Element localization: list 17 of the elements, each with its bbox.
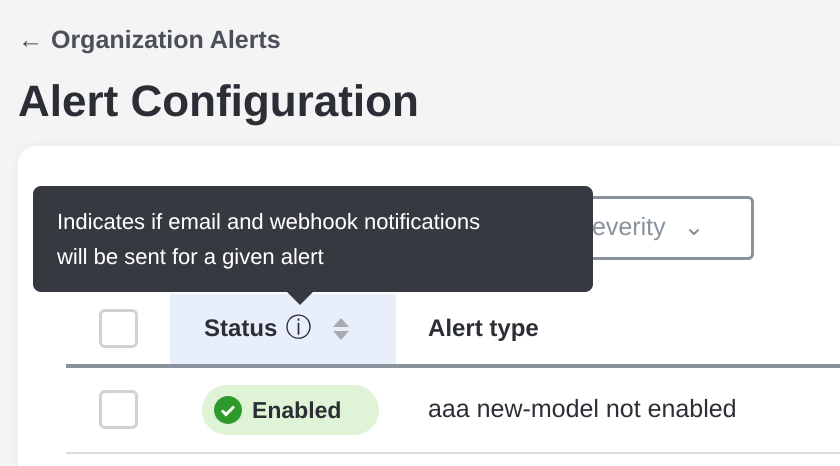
tooltip-arrow: [286, 290, 314, 305]
row-checkbox[interactable]: [98, 390, 138, 430]
back-link-label[interactable]: Organization Alerts: [51, 22, 281, 60]
table-cell-text: aaa new-model not enabled: [427, 394, 737, 426]
tooltip: Indicates if email and webhook notifications will be sent for a given alert: [33, 186, 593, 292]
page-title: Alert Configuration: [18, 78, 420, 126]
check-circle-icon: [214, 396, 242, 424]
sort-icon[interactable]: [333, 318, 350, 340]
info-icon[interactable]: ⓘ: [285, 309, 312, 348]
back-arrow-icon: ←: [18, 22, 43, 60]
select-all-checkbox[interactable]: [98, 309, 138, 348]
column-header[interactable]: Status ⓘ: [170, 294, 396, 364]
column-header: Alert type: [427, 314, 539, 344]
column-label: Status: [204, 314, 278, 344]
status-pill: Enabled: [202, 384, 380, 436]
caret-icon: ⌄: [684, 209, 705, 247]
back-link[interactable]: ← Organization Alerts: [18, 22, 281, 60]
